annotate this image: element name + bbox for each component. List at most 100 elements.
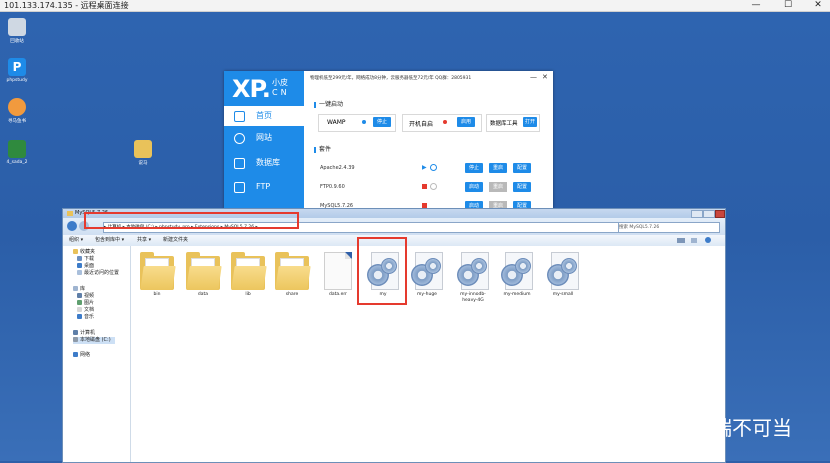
- file-item-data[interactable]: data: [183, 252, 223, 298]
- service-restart-button[interactable]: 重启: [489, 182, 507, 192]
- desktop-icon-label: 说马: [138, 161, 148, 166]
- excel-icon: [8, 140, 26, 158]
- file-name: data: [197, 292, 209, 297]
- panel-minimize-button[interactable]: —: [530, 73, 537, 81]
- file-name: bin: [153, 292, 161, 297]
- dbtool-label: 数据库工具: [490, 121, 518, 127]
- phpstudy-icon: P: [8, 58, 26, 76]
- computer-icon: [73, 330, 78, 335]
- file-name: data.err: [329, 292, 347, 297]
- service-row-apache: Apache2.4.39 ▶ 停止 重启 配置: [320, 163, 540, 175]
- desktop-icon-label: 4_sada_2: [6, 160, 28, 165]
- share-button[interactable]: 共享 ▾: [137, 235, 151, 246]
- nav-local-disk[interactable]: 本地磁盘 (C:): [73, 337, 115, 344]
- settings-icon[interactable]: [430, 164, 437, 171]
- config-file-icon: [547, 252, 579, 290]
- file-item-my-small[interactable]: my-small: [543, 252, 583, 298]
- ftp-icon: [234, 182, 245, 193]
- nav-videos[interactable]: 视频: [77, 293, 94, 300]
- wamp-stop-button[interactable]: 停止: [373, 117, 391, 127]
- service-row-ftp: FTP0.9.60 启动 重启 配置: [320, 182, 540, 194]
- phpstudy-sidebar: XP. 小皮 CN 首页 网站 数据库 FTP: [224, 71, 304, 209]
- desktop-icon-recycle-bin[interactable]: 回收站: [2, 18, 32, 44]
- restore-button[interactable]: ☐: [776, 0, 800, 11]
- close-button[interactable]: ✕: [806, 0, 830, 11]
- config-file-icon: [501, 252, 533, 290]
- view-icon[interactable]: [677, 238, 685, 243]
- desktop-icon-folder[interactable]: 说马: [128, 140, 158, 166]
- file-item-bin[interactable]: bin: [137, 252, 177, 298]
- app-icon: [8, 98, 26, 116]
- desktop-icon-phpstudy[interactable]: P phpstudy: [2, 58, 32, 83]
- file-item-data-err[interactable]: data.err: [318, 252, 358, 298]
- nav-libraries[interactable]: 库: [73, 286, 85, 293]
- file-item-my-medium[interactable]: my-medium: [497, 252, 537, 298]
- dbtool-open-button[interactable]: 打开: [523, 117, 537, 127]
- desktop-icon-app[interactable]: 寻马鱼书: [2, 98, 32, 124]
- file-item-my-huge[interactable]: my-huge: [407, 252, 447, 298]
- nav-downloads[interactable]: 下载: [77, 256, 94, 263]
- star-icon: [73, 249, 78, 254]
- wechat-icon: [686, 417, 702, 431]
- nav-recent[interactable]: 最近访问的位置: [77, 270, 119, 277]
- service-restart-button[interactable]: 重启: [489, 163, 507, 173]
- explorer-maximize-button[interactable]: [703, 210, 715, 218]
- nav-item-ftp[interactable]: FTP: [224, 177, 304, 197]
- nav-documents[interactable]: 文档: [77, 307, 94, 314]
- settings-icon[interactable]: [430, 183, 437, 190]
- file-name: my-innodb-heavy-4G: [460, 292, 486, 303]
- download-icon: [77, 256, 82, 261]
- preview-pane-icon[interactable]: [691, 238, 697, 243]
- desktop-icon: [77, 263, 82, 268]
- file-list: bin data lib share data.err my my-huge m…: [131, 246, 725, 462]
- status-running-dot: [362, 120, 366, 124]
- nav-item-website[interactable]: 网站: [224, 128, 304, 148]
- stopped-square-icon: [422, 184, 427, 189]
- phpstudy-logo: XP.: [232, 75, 271, 103]
- service-start-button[interactable]: 启动: [465, 182, 483, 192]
- nav-network[interactable]: 网络: [73, 352, 90, 359]
- file-item-share[interactable]: share: [272, 252, 312, 298]
- back-icon[interactable]: [67, 221, 77, 231]
- logo-text-top: 小皮: [272, 78, 288, 87]
- nav-item-home[interactable]: 首页: [224, 106, 304, 126]
- notice-text[interactable]: 物理机低至299元/年，网络成功8分钟，云服务器低至72元/年 QQ群：2805…: [310, 75, 471, 81]
- folder-icon: [186, 252, 222, 290]
- play-icon: ▶: [422, 164, 427, 171]
- music-icon: [77, 314, 82, 319]
- wamp-label: WAMP: [327, 119, 346, 126]
- file-item-my-innodb-heavy-4g[interactable]: my-innodb-heavy-4G: [453, 252, 493, 304]
- config-file-icon: [411, 252, 443, 290]
- service-config-button[interactable]: 配置: [513, 182, 531, 192]
- nav-item-database[interactable]: 数据库: [224, 153, 304, 173]
- service-name: FTP0.9.60: [320, 184, 345, 190]
- panel-close-button[interactable]: ✕: [542, 73, 548, 81]
- wamp-box: WAMP 停止: [318, 114, 396, 132]
- service-config-button[interactable]: 配置: [513, 163, 531, 173]
- dbtool-box: 数据库工具 打开: [486, 114, 540, 132]
- nav-desktop[interactable]: 桌面: [77, 263, 94, 270]
- nav-music[interactable]: 音乐: [77, 314, 94, 321]
- explorer-minimize-button[interactable]: [691, 210, 703, 218]
- nav-label: 网站: [256, 133, 272, 142]
- services-title: 套件: [314, 144, 331, 153]
- help-icon[interactable]: [705, 237, 711, 243]
- autostart-enable-button[interactable]: 启用: [457, 117, 475, 127]
- nav-pictures[interactable]: 图片: [77, 300, 94, 307]
- explorer-close-button[interactable]: [715, 210, 725, 218]
- nav-favorites[interactable]: 收藏夹: [73, 249, 95, 256]
- desktop-icon-excel[interactable]: 4_sada_2: [2, 140, 32, 165]
- organize-button[interactable]: 组织 ▾: [69, 235, 83, 246]
- service-stop-button[interactable]: 停止: [465, 163, 483, 173]
- nav-computer[interactable]: 计算机: [73, 330, 95, 337]
- logo-text-bottom: CN: [272, 88, 290, 97]
- new-folder-button[interactable]: 新建文件夹: [163, 235, 188, 246]
- minimize-button[interactable]: —: [744, 0, 768, 11]
- include-library-button[interactable]: 包含到库中 ▾: [95, 235, 124, 246]
- config-file-icon: [457, 252, 489, 290]
- search-input[interactable]: 搜索 MySQL5.7.26: [618, 222, 720, 233]
- folder-icon: [134, 140, 152, 158]
- document-icon: [77, 307, 82, 312]
- file-name: my-small: [552, 292, 574, 297]
- file-item-lib[interactable]: lib: [228, 252, 268, 298]
